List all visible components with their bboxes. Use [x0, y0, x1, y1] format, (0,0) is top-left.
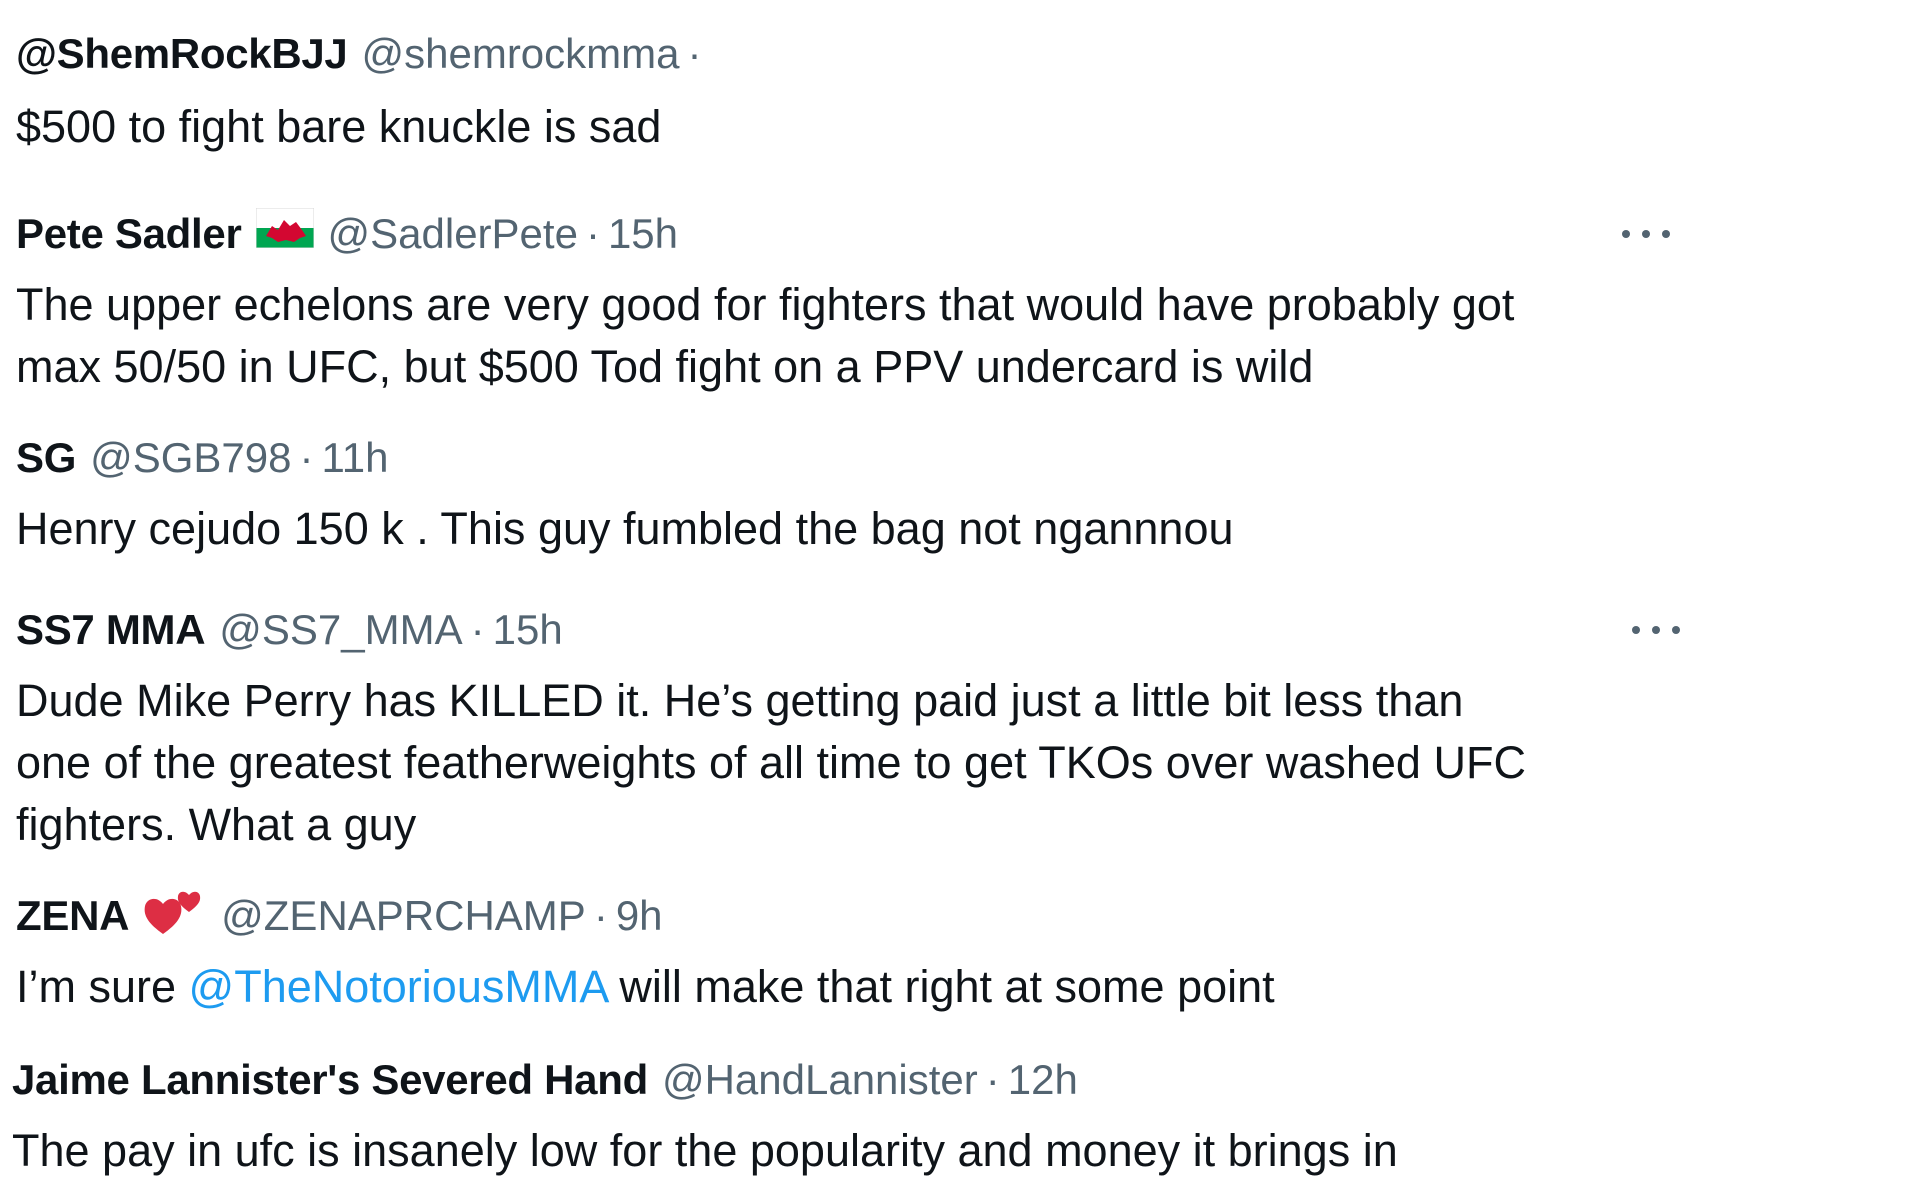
reply-header: ZENA @ZENAPRCHAMP · 9h [16, 890, 1696, 942]
reply-shemrockbjj[interactable]: @ShemRockBJJ @shemrockmma · $500 to figh… [16, 28, 1696, 158]
reply-text: $500 to fight bare knuckle is sad [16, 101, 662, 152]
reply-text-before: I’m sure [16, 961, 189, 1012]
reply-jaime-lannister[interactable]: Jaime Lannister's Severed Hand @HandLann… [12, 1054, 1692, 1182]
reply-pete-sadler[interactable]: Pete Sadler @SadlerPete · 15h The upper … [16, 207, 1696, 398]
author-handle[interactable]: @ZENAPRCHAMP [221, 890, 586, 942]
timestamp[interactable]: 12h [1008, 1054, 1078, 1106]
author-handle[interactable]: @SGB798 [90, 432, 291, 484]
author-handle[interactable]: @SadlerPete [328, 208, 578, 260]
author-name[interactable]: Pete Sadler [16, 208, 242, 260]
reply-text-after: will make that right at some point [606, 961, 1275, 1012]
author-name[interactable]: Jaime Lannister's Severed Hand [12, 1054, 648, 1106]
more-options-icon[interactable] [1626, 604, 1686, 656]
reply-header: @ShemRockBJJ @shemrockmma · [16, 28, 1696, 80]
reply-header: SG @SGB798 · 11h [16, 432, 1696, 484]
author-name[interactable]: @ShemRockBJJ [16, 28, 348, 80]
timestamp[interactable]: 15h [493, 604, 563, 656]
reply-text: The pay in ufc is insanely low for the p… [12, 1125, 1398, 1176]
reply-ss7-mma[interactable]: SS7 MMA @SS7_MMA · 15h Dude Mike Perry h… [16, 604, 1696, 856]
mention-link[interactable]: @TheNotoriousMMA [189, 961, 607, 1012]
separator-dot: · [687, 30, 702, 77]
author-handle[interactable]: @SS7_MMA [219, 604, 462, 656]
reply-text: I’m sure @TheNotoriousMMA will make that… [16, 956, 1696, 1018]
more-options-icon[interactable] [1616, 208, 1676, 260]
wales-flag-icon [255, 207, 314, 260]
separator-dot: · [985, 1056, 1000, 1103]
author-name[interactable]: ZENA [16, 890, 129, 942]
author-name[interactable]: SG [16, 432, 76, 484]
reply-header: Pete Sadler @SadlerPete · 15h [16, 207, 1696, 260]
author-handle[interactable]: @HandLannister [662, 1054, 978, 1106]
author-name[interactable]: SS7 MMA [16, 604, 206, 656]
reply-text: The upper echelons are very good for fig… [16, 279, 1515, 392]
reply-text: Henry cejudo 150 k . This guy fumbled th… [16, 503, 1234, 554]
separator-dot: · [585, 210, 600, 257]
reply-header: SS7 MMA @SS7_MMA · 15h [16, 604, 1696, 656]
author-handle[interactable]: @shemrockmma [361, 28, 679, 80]
reply-sg[interactable]: SG @SGB798 · 11h Henry cejudo 150 k . Th… [16, 432, 1696, 560]
two-hearts-icon [143, 882, 207, 950]
reply-zena[interactable]: ZENA @ZENAPRCHAMP · 9h I’m sure @TheNoto… [16, 890, 1696, 1018]
timestamp[interactable]: 9h [616, 890, 663, 942]
reply-text: Dude Mike Perry has KILLED it. He’s gett… [16, 675, 1526, 850]
separator-dot: · [299, 434, 314, 481]
timestamp[interactable]: 11h [322, 432, 389, 484]
separator-dot: · [470, 606, 485, 653]
timestamp[interactable]: 15h [608, 208, 678, 260]
reply-header: Jaime Lannister's Severed Hand @HandLann… [12, 1054, 1692, 1106]
separator-dot: · [593, 892, 608, 939]
